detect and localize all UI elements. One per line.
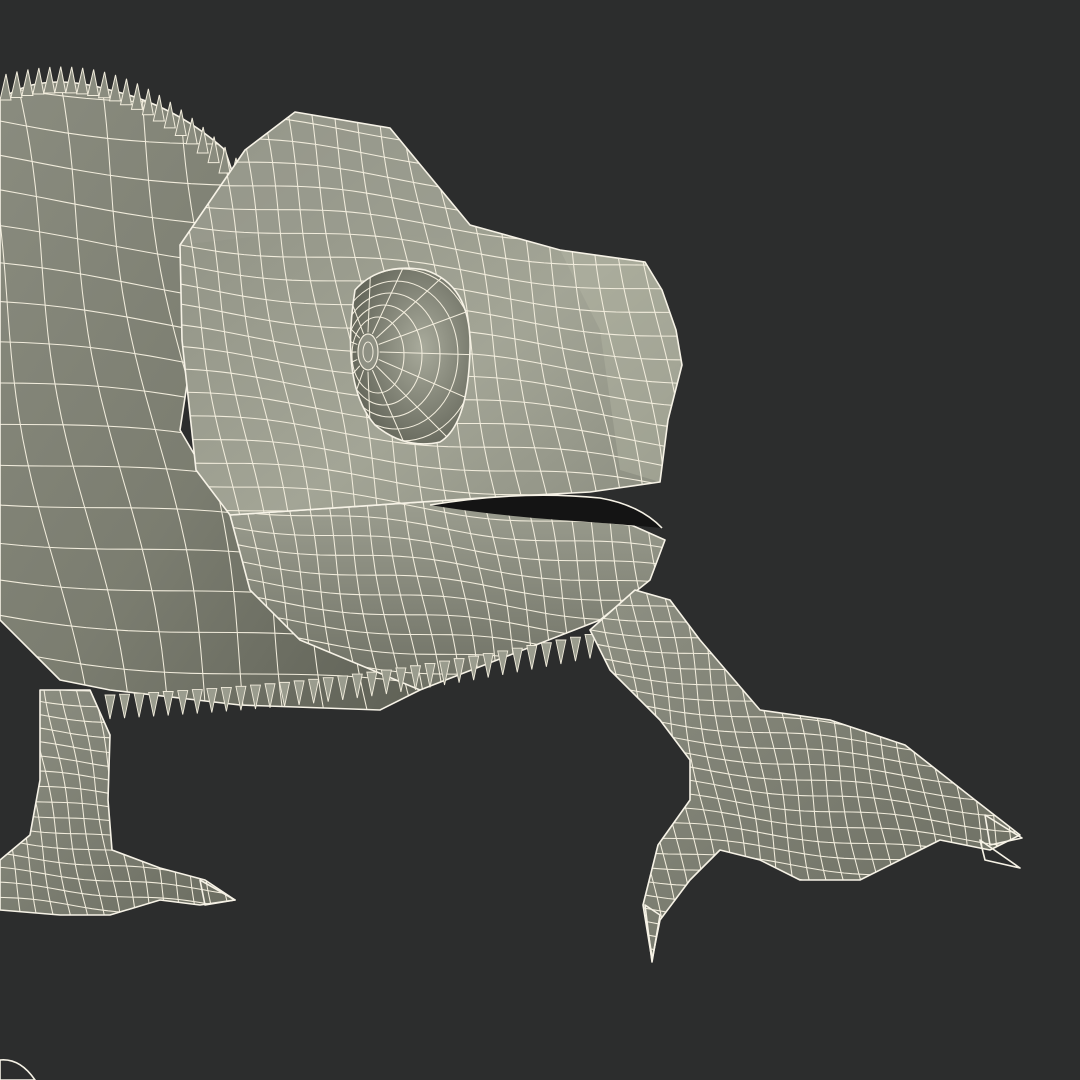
throat-spike — [177, 690, 189, 715]
crest-spike — [54, 66, 67, 94]
crest-spike — [97, 71, 111, 99]
pupil-cap — [357, 333, 379, 371]
throat-spike — [555, 639, 567, 665]
throat-spike — [511, 647, 523, 673]
crest-spike — [43, 66, 56, 94]
throat-spike — [191, 689, 203, 714]
throat-spike — [133, 692, 145, 718]
front-right-arm-mesh — [589, 589, 1021, 961]
crest-spike — [10, 71, 23, 99]
crest-spike — [119, 78, 133, 106]
partial-hind-foot — [0, 1059, 36, 1080]
throat-spike — [569, 636, 582, 662]
throat-spike — [526, 645, 538, 670]
chameleon-wireframe-render — [0, 66, 1023, 1080]
throat-spike — [540, 642, 552, 667]
crest-spike — [0, 73, 12, 101]
render-viewport — [0, 0, 1080, 1080]
throat-spike — [497, 650, 509, 675]
throat-spike — [118, 693, 131, 719]
crest-spike — [21, 69, 34, 96]
front-left-leg-mesh — [0, 689, 236, 916]
crest-spike — [32, 67, 45, 95]
throat-spike — [148, 691, 160, 717]
throat-spike — [104, 694, 116, 720]
crest-spike — [76, 67, 89, 95]
crest-spike — [86, 69, 100, 96]
throat-spike — [162, 691, 174, 716]
crest-spike — [108, 74, 122, 102]
crest-spike — [65, 66, 78, 94]
